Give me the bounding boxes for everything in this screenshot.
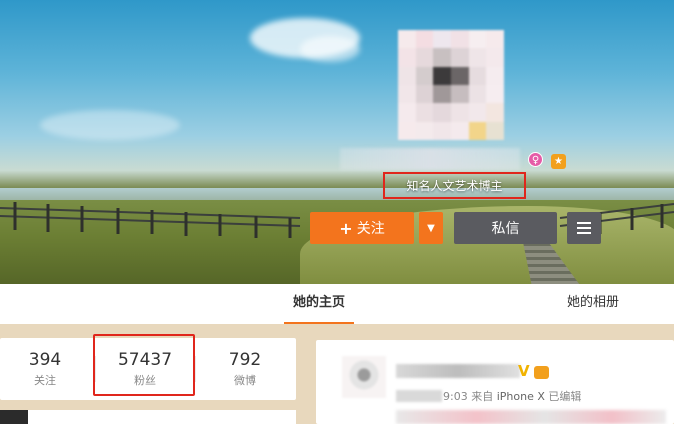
post-author-blurred[interactable] bbox=[396, 364, 520, 378]
stat-posts[interactable]: 792 微博 bbox=[200, 338, 290, 400]
follow-label: 关注 bbox=[356, 221, 385, 237]
vip-pink-icon[interactable]: ♀ bbox=[528, 152, 543, 167]
post-edited[interactable]: 已编辑 bbox=[548, 390, 581, 403]
chevron-down-icon: ▼ bbox=[427, 222, 435, 234]
card-thumbnail bbox=[0, 410, 28, 424]
post-time-blurred bbox=[396, 390, 442, 402]
profile-cover: ♀ ★ 知名人文艺术博主 + 关注 ▼ 私信 bbox=[0, 0, 674, 284]
tab-photos[interactable]: 她的相册 bbox=[558, 284, 628, 324]
follow-dropdown-button[interactable]: ▼ bbox=[419, 212, 443, 244]
profile-tab-bar: 她的主页 她的相册 bbox=[0, 284, 674, 324]
post-meta: 9:03 来自 iPhone X 已编辑 bbox=[443, 388, 581, 404]
post-time[interactable]: 9:03 bbox=[443, 390, 468, 403]
divider bbox=[195, 356, 196, 382]
feed-post: V 9:03 来自 iPhone X 已编辑 bbox=[316, 340, 674, 424]
verification-tag: 知名人文艺术博主 bbox=[383, 172, 526, 199]
post-text-blurred bbox=[396, 410, 666, 424]
vip-crown-icon bbox=[534, 366, 549, 379]
hamburger-icon bbox=[577, 222, 591, 224]
avatar[interactable] bbox=[398, 30, 504, 140]
stat-following[interactable]: 394 关注 bbox=[0, 338, 90, 400]
profile-name-blurred bbox=[340, 148, 520, 170]
followers-highlight-box bbox=[93, 334, 195, 396]
verified-v-icon: V bbox=[518, 362, 530, 380]
stat-label: 关注 bbox=[34, 374, 56, 387]
menu-button[interactable] bbox=[567, 212, 601, 244]
level-gold-icon[interactable]: ★ bbox=[551, 154, 566, 169]
post-avatar[interactable] bbox=[342, 356, 386, 398]
stat-value: 792 bbox=[228, 350, 262, 370]
follow-button[interactable]: + 关注 bbox=[310, 212, 414, 244]
next-card bbox=[0, 410, 296, 424]
post-source-prefix: 来自 bbox=[471, 390, 494, 403]
stat-label: 微博 bbox=[234, 374, 256, 387]
plus-icon: + bbox=[339, 218, 353, 238]
verification-label: 知名人文艺术博主 bbox=[406, 179, 503, 193]
message-label: 私信 bbox=[491, 221, 520, 237]
tab-home[interactable]: 她的主页 bbox=[284, 284, 354, 324]
stat-value: 394 bbox=[28, 350, 62, 370]
post-device[interactable]: iPhone X bbox=[497, 390, 545, 403]
message-button[interactable]: 私信 bbox=[454, 212, 557, 244]
cloud bbox=[40, 110, 180, 140]
cloud bbox=[300, 36, 360, 62]
